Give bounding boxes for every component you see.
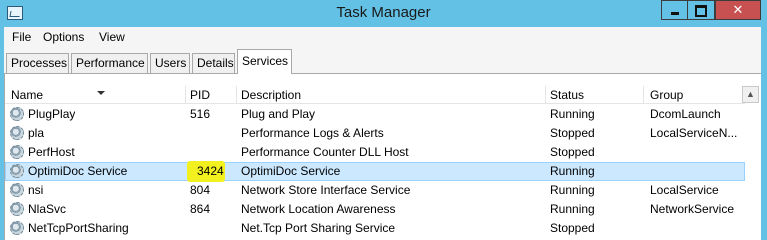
column-header-name[interactable]: Name xyxy=(11,88,105,103)
service-gear-icon xyxy=(10,145,24,159)
service-name: pla xyxy=(28,126,45,140)
title-bar[interactable]: Task Manager ✕ xyxy=(0,0,767,27)
service-description: Plug and Play xyxy=(241,107,316,121)
service-group: LocalServiceN... xyxy=(650,126,738,140)
service-description: Performance Counter DLL Host xyxy=(241,145,409,159)
column-header-description[interactable]: Description xyxy=(241,88,301,103)
table-row-selected[interactable]: OptimiDoc Service 3424 OptimiDoc Service… xyxy=(5,161,745,182)
menu-view[interactable]: View xyxy=(99,30,125,44)
maximize-button[interactable] xyxy=(687,0,715,20)
service-status: Stopped xyxy=(550,221,595,235)
service-description: Performance Logs & Alerts xyxy=(241,126,384,140)
menu-bar: File Options View xyxy=(4,27,761,48)
service-gear-icon xyxy=(10,183,24,197)
service-pid: 864 xyxy=(190,202,211,216)
service-status: Stopped xyxy=(550,145,595,159)
service-gear-icon xyxy=(10,202,24,216)
service-name: PlugPlay xyxy=(28,107,76,121)
service-description: Network Store Interface Service xyxy=(241,183,411,197)
table-row[interactable]: PerfHost Performance Counter DLL Host St… xyxy=(5,143,745,162)
table-row[interactable]: nsi 804 Network Store Interface Service … xyxy=(5,181,745,200)
sort-descending-icon xyxy=(97,91,105,95)
service-gear-icon xyxy=(10,107,24,121)
close-icon: ✕ xyxy=(732,3,744,18)
scroll-up-button[interactable]: ▲ xyxy=(742,86,759,103)
service-description: Network Location Awareness xyxy=(241,202,396,216)
column-divider[interactable] xyxy=(236,86,237,103)
column-header-pid[interactable]: PID xyxy=(190,88,210,103)
tab-users[interactable]: Users xyxy=(150,53,190,73)
service-pid: 516 xyxy=(190,107,211,121)
minimize-icon xyxy=(670,12,679,16)
service-description: Net.Tcp Port Sharing Service xyxy=(241,221,396,235)
service-group: NetworkService xyxy=(650,202,735,216)
table-row[interactable]: NlaSvc 864 Network Location Awareness Ru… xyxy=(5,200,745,219)
service-status: Running xyxy=(550,202,595,216)
service-gear-icon xyxy=(10,126,24,140)
table-row[interactable]: NetTcpPortSharing Net.Tcp Port Sharing S… xyxy=(5,219,745,238)
table-row[interactable]: pla Performance Logs & Alerts Stopped Lo… xyxy=(5,124,745,143)
menu-file[interactable]: File xyxy=(12,30,31,44)
service-pid: 3424 xyxy=(197,164,224,178)
service-status: Running xyxy=(550,183,595,197)
column-header-name-label: Name xyxy=(11,88,44,102)
service-name: NlaSvc xyxy=(28,202,67,216)
tab-performance[interactable]: Performance xyxy=(71,53,148,73)
service-gear-icon xyxy=(10,164,24,178)
close-button[interactable]: ✕ xyxy=(715,0,761,20)
service-name: PerfHost xyxy=(28,145,75,159)
service-status: Running xyxy=(550,164,595,178)
window-title: Task Manager xyxy=(336,4,431,21)
maximize-icon xyxy=(695,4,707,17)
service-name: nsi xyxy=(28,183,44,197)
tab-strip: Processes Performance Users Details Serv… xyxy=(4,48,761,74)
column-divider[interactable] xyxy=(643,86,644,103)
service-description: OptimiDoc Service xyxy=(241,164,341,178)
minimize-button[interactable] xyxy=(661,0,688,20)
window-frame-right xyxy=(761,27,767,240)
column-divider[interactable] xyxy=(185,86,186,103)
column-divider[interactable] xyxy=(545,86,546,103)
column-header-group[interactable]: Group xyxy=(650,88,683,103)
tab-processes[interactable]: Processes xyxy=(6,53,69,73)
menu-options[interactable]: Options xyxy=(43,30,84,44)
service-pid: 804 xyxy=(190,183,211,197)
table-row[interactable]: PlugPlay 516 Plug and Play Running DcomL… xyxy=(5,105,745,124)
tab-services[interactable]: Services xyxy=(237,49,292,74)
service-gear-icon xyxy=(10,221,24,235)
service-name: NetTcpPortSharing xyxy=(28,221,129,235)
tab-details[interactable]: Details xyxy=(192,53,235,73)
services-list: Name PID Description Status Group ▲ Plug… xyxy=(4,74,761,240)
service-status: Stopped xyxy=(550,126,595,140)
service-status: Running xyxy=(550,107,595,121)
service-group: LocalService xyxy=(650,183,719,197)
column-header-row: Name PID Description Status Group xyxy=(5,86,745,104)
column-header-status[interactable]: Status xyxy=(550,88,584,103)
service-name: OptimiDoc Service xyxy=(28,164,128,178)
service-group: DcomLaunch xyxy=(650,107,721,121)
